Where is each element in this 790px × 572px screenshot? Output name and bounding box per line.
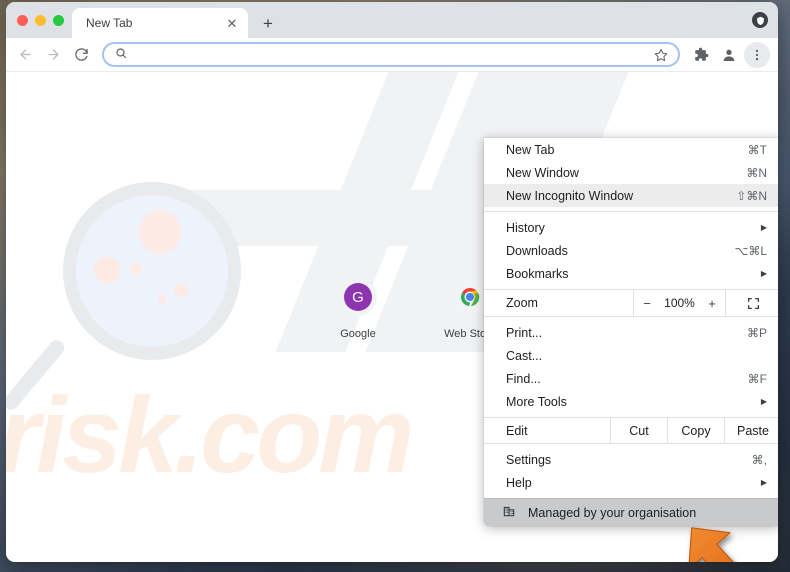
shield-icon[interactable] [752,12,768,28]
blob [174,283,188,297]
shortcut-google[interactable]: G Google [326,278,390,340]
blob [131,263,142,274]
menu-item-label: Bookmarks [506,266,569,281]
edit-paste-button[interactable]: Paste [724,418,778,443]
menu-item-accel: ⌘N [746,165,767,180]
extensions-puzzle-icon[interactable] [688,42,714,68]
menu-item-label: Find... [506,371,541,386]
chevron-right-icon: ▶ [760,269,767,278]
browser-toolbar [6,38,778,72]
edit-copy-button[interactable]: Copy [667,418,724,443]
managed-label: Managed by your organisation [528,505,697,520]
close-window-button[interactable] [17,14,28,26]
blob [94,257,120,283]
chevron-right-icon: ▶ [760,397,767,406]
menu-item-new-tab[interactable]: New Tab ⌘T [484,138,778,161]
menu-item-label: Settings [506,452,552,467]
address-bar[interactable] [102,42,680,67]
chevron-right-icon: ▶ [760,478,767,487]
menu-item-label: Help [506,475,532,490]
tab-title: New Tab [86,16,133,30]
menu-item-history[interactable]: History ▶ [484,216,778,239]
menu-item-accel: ⌘T [747,142,767,157]
zoom-controls: − 100% + [633,290,725,316]
maximize-window-button[interactable] [53,14,64,26]
menu-item-downloads[interactable]: Downloads ⌥⌘L [484,239,778,262]
menu-item-accel: ⌥⌘L [734,243,767,258]
minimize-window-button[interactable] [35,14,46,26]
edit-cut-button[interactable]: Cut [610,418,667,443]
menu-item-more-tools[interactable]: More Tools ▶ [484,390,778,413]
site-watermark-text: risk.com [6,374,414,495]
search-input[interactable] [127,47,652,62]
business-building-icon [502,504,516,521]
menu-item-accel: ⇧⌘N [736,188,767,203]
reload-icon[interactable] [68,42,94,68]
menu-item-label: History [506,220,545,235]
menu-item-print[interactable]: Print... ⌘P [484,321,778,344]
back-icon[interactable] [12,42,38,68]
menu-item-edit: Edit Cut Copy Paste [484,418,778,443]
menu-item-settings[interactable]: Settings ⌘, [484,448,778,471]
menu-item-label: Print... [506,325,543,340]
chevron-right-icon: ▶ [760,223,767,232]
window-traffic-lights [14,2,72,38]
tabstrip-right-area [752,2,778,38]
zoom-label: Zoom [506,296,538,310]
orange-arrow-cursor [688,527,734,562]
search-icon [115,46,127,64]
menu-item-label: New Window [506,165,579,180]
edit-label: Edit [506,423,528,438]
profile-icon[interactable] [716,42,742,68]
menu-item-accel: ⌘, [751,452,767,467]
shortcut-label: Google [340,328,376,340]
zoom-in-button[interactable]: + [699,296,725,311]
menu-item-managed-by-organisation[interactable]: Managed by your organisation [484,498,778,526]
menu-item-find[interactable]: Find... ⌘F [484,367,778,390]
menu-item-zoom: Zoom − 100% + [484,290,778,316]
menu-item-label: Cast... [506,348,543,363]
bookmark-star-icon[interactable] [652,46,670,64]
menu-item-label: More Tools [506,394,567,409]
fullscreen-icon[interactable] [725,290,778,316]
shortcut-glyph: G [344,283,372,311]
menu-item-label: New Incognito Window [506,188,634,203]
zoom-level-value: 100% [664,296,695,310]
menu-item-label: Downloads [506,243,568,258]
forward-icon[interactable] [40,42,66,68]
menu-item-accel: ⌘P [746,325,767,340]
tab-close-icon[interactable]: ✕ [224,15,240,31]
menu-divider [484,211,778,212]
menu-item-bookmarks[interactable]: Bookmarks ▶ [484,262,778,285]
magnifier-lens-icon [63,182,241,360]
menu-item-help[interactable]: Help ▶ [484,471,778,494]
menu-item-new-window[interactable]: New Window ⌘N [484,161,778,184]
blob [139,211,181,253]
menu-item-accel: ⌘F [747,371,767,386]
browser-window: New Tab ✕ + risk.com G Google Web Store … [6,2,778,562]
shortcut-tiles: G Google Web Store [326,278,502,340]
three-dot-menu-icon[interactable] [744,41,770,68]
zoom-out-button[interactable]: − [634,296,660,311]
chrome-main-menu: New Tab ⌘T New Window ⌘N New Incognito W… [484,138,778,526]
tab-strip: New Tab ✕ + [6,2,778,38]
menu-item-cast[interactable]: Cast... [484,344,778,367]
menu-item-new-incognito-window[interactable]: New Incognito Window ⇧⌘N [484,184,778,207]
browser-tab[interactable]: New Tab ✕ [72,8,248,38]
blob [158,295,166,303]
new-tab-page: risk.com G Google Web Store New Tab ⌘T N… [6,72,778,562]
google-g-icon: G [339,278,377,316]
menu-item-label: New Tab [506,142,555,157]
new-tab-button[interactable]: + [254,9,282,37]
